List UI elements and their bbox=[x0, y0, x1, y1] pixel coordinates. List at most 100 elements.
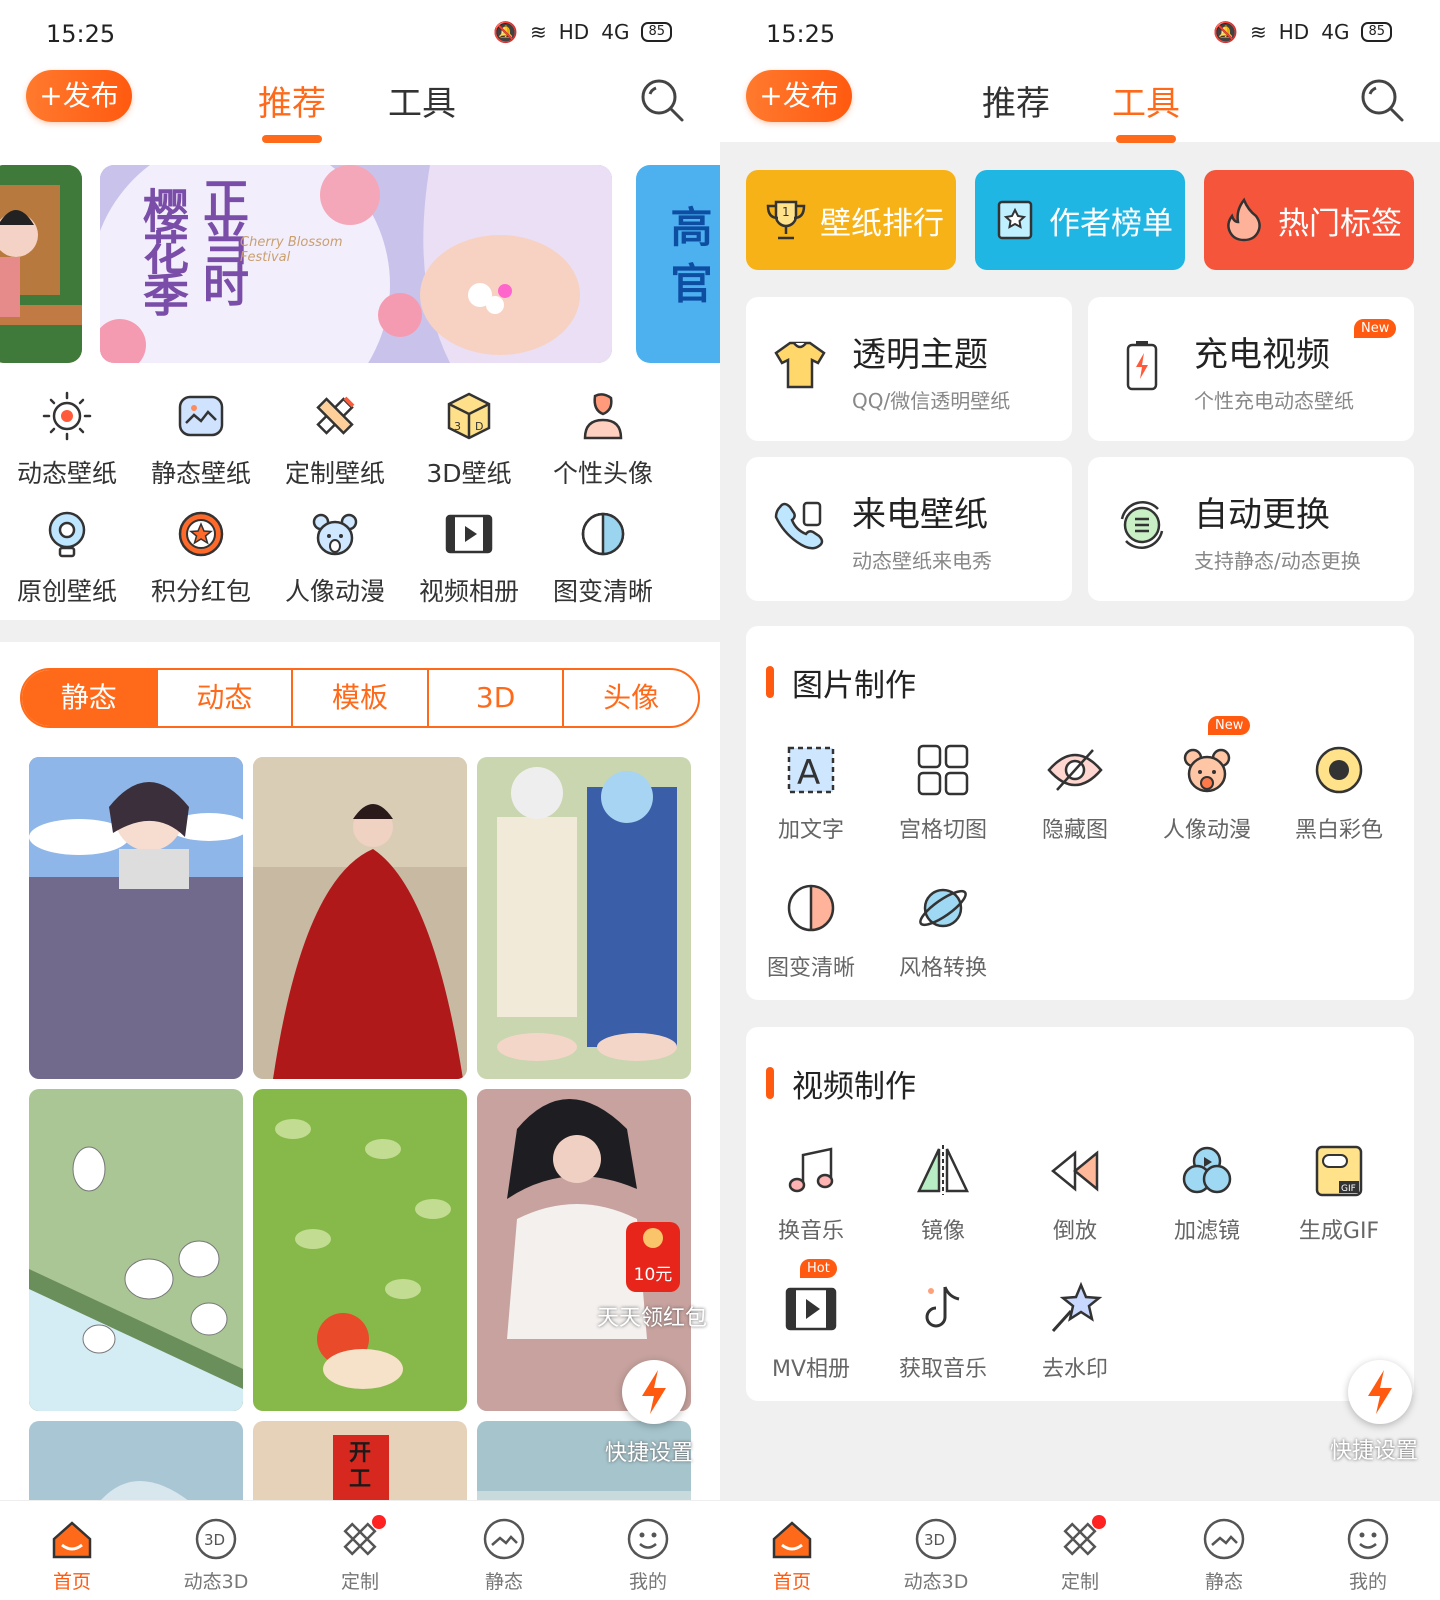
photo-tools-section: 图片制作 A 加文字 宫格切图 隐藏图 人像动漫 New 黑白彩色 图变清晰 风… bbox=[746, 626, 1414, 1000]
redpacket-widget[interactable]: 10元 bbox=[626, 1222, 680, 1292]
category-portrait-anime[interactable]: 人像动漫 bbox=[268, 508, 402, 608]
tool-mv-album[interactable]: MV相册 Hot bbox=[746, 1259, 876, 1383]
hd-label: HD bbox=[1278, 20, 1310, 44]
tool-reverse[interactable]: 倒放 bbox=[1010, 1143, 1140, 1245]
banner-title-a: 樱花季 bbox=[136, 187, 190, 313]
tab-live-3d[interactable]: 3D 动态3D bbox=[144, 1501, 288, 1600]
wallpaper-thumb[interactable] bbox=[477, 757, 691, 1079]
tab-tools-label: 工具 bbox=[1112, 84, 1180, 124]
segment-static[interactable]: 静态 bbox=[22, 670, 156, 726]
tool-colorize[interactable]: 黑白彩色 bbox=[1274, 742, 1404, 844]
quick-settings-button[interactable] bbox=[1348, 1360, 1412, 1424]
charging-video-card[interactable]: 充电视频 个性充电动态壁纸 New bbox=[1088, 297, 1414, 441]
tab-static[interactable]: 静态 bbox=[432, 1501, 576, 1600]
film-icon bbox=[445, 514, 493, 554]
segment-avatar[interactable]: 头像 bbox=[562, 670, 698, 726]
tab-tools[interactable]: 工具 bbox=[388, 76, 456, 125]
tab-live-3d[interactable]: 3D 动态3D bbox=[864, 1501, 1008, 1600]
segment-live[interactable]: 动态 bbox=[155, 670, 292, 726]
status-icons: 🔕 ≋ HD 4G 85 bbox=[493, 20, 672, 44]
publish-button[interactable]: +发布 bbox=[26, 70, 132, 122]
wallpaper-ranking-button[interactable]: 1 壁纸排行 bbox=[746, 170, 956, 270]
tool-hidden-image[interactable]: 隐藏图 bbox=[1010, 742, 1140, 844]
tool-get-music[interactable]: 获取音乐 bbox=[878, 1281, 1008, 1383]
status-bar: 15:25 🔕 ≋ HD 4G 85 bbox=[720, 0, 1440, 66]
category-live-wallpaper[interactable]: 动态壁纸 bbox=[0, 390, 134, 490]
tool-remove-watermark[interactable]: 去水印 bbox=[1010, 1281, 1140, 1383]
tab-static[interactable]: 静态 bbox=[1152, 1501, 1296, 1600]
redpacket-label[interactable]: 天天领红包 bbox=[597, 1300, 707, 1332]
tool-label: 宫格切图 bbox=[898, 818, 987, 843]
tab-mine[interactable]: 我的 bbox=[1296, 1501, 1440, 1600]
banner-main[interactable]: 樱花季 正当时 Cherry Blossom Festival bbox=[100, 165, 612, 363]
bear-icon bbox=[312, 513, 358, 556]
svg-text:3D: 3D bbox=[924, 1531, 945, 1549]
trophy-icon: 1 bbox=[766, 200, 806, 240]
tool-grid-cut[interactable]: 宫格切图 bbox=[878, 742, 1008, 844]
segment-template[interactable]: 模板 bbox=[291, 670, 427, 726]
segment-3d[interactable]: 3D bbox=[426, 670, 563, 726]
star-book-icon bbox=[997, 200, 1033, 240]
banner-next[interactable]: 高 官 bbox=[636, 165, 720, 363]
category-enhance[interactable]: 图变清晰 bbox=[536, 508, 670, 608]
wallpaper-thumb[interactable] bbox=[253, 1089, 467, 1411]
transparent-theme-card[interactable]: 透明主题 QQ/微信透明壁纸 bbox=[746, 297, 1072, 441]
category-custom-wallpaper[interactable]: 定制壁纸 bbox=[268, 390, 402, 490]
tool-make-gif[interactable]: GIF 生成GIF bbox=[1274, 1143, 1404, 1245]
search-icon[interactable] bbox=[638, 76, 686, 124]
star-coin-icon bbox=[178, 511, 224, 557]
tool-mirror[interactable]: 镜像 bbox=[878, 1143, 1008, 1245]
category-static-wallpaper[interactable]: 静态壁纸 bbox=[134, 390, 268, 490]
tab-custom[interactable]: 定制 bbox=[288, 1501, 432, 1600]
category-video-album[interactable]: 视频相册 bbox=[402, 508, 536, 608]
incoming-call-card[interactable]: 来电壁纸 动态壁纸来电秀 bbox=[746, 457, 1072, 601]
category-label: 个性头像 bbox=[552, 459, 653, 488]
auto-change-card[interactable]: 自动更换 支持静态/动态更换 bbox=[1088, 457, 1414, 601]
tab-recommend[interactable]: 推荐 bbox=[258, 76, 326, 143]
wallpaper-thumb[interactable] bbox=[29, 757, 243, 1079]
tool-label: 人像动漫 bbox=[1162, 818, 1251, 843]
tool-label: MV相册 bbox=[771, 1357, 851, 1382]
tab-tools[interactable]: 工具 bbox=[1112, 76, 1180, 143]
category-points-redpacket[interactable]: 积分红包 bbox=[134, 508, 268, 608]
tab-recommend[interactable]: 推荐 bbox=[982, 76, 1050, 125]
wallpaper-thumb[interactable] bbox=[253, 757, 467, 1079]
tab-custom[interactable]: 定制 bbox=[1008, 1501, 1152, 1600]
hot-tags-button[interactable]: 热门标签 bbox=[1204, 170, 1414, 270]
smile-icon bbox=[1347, 1518, 1389, 1560]
bulb-icon bbox=[48, 511, 86, 558]
publish-button[interactable]: +发布 bbox=[746, 70, 852, 122]
wallpaper-image bbox=[29, 757, 243, 1079]
flame-icon bbox=[1227, 197, 1261, 242]
tool-portrait-anime[interactable]: 人像动漫 New bbox=[1142, 716, 1272, 844]
tool-enhance[interactable]: 图变清晰 bbox=[746, 880, 876, 982]
tab-recommend-label: 推荐 bbox=[258, 84, 326, 124]
tab-mine[interactable]: 我的 bbox=[576, 1501, 720, 1600]
author-ranking-button[interactable]: 作者榜单 bbox=[975, 170, 1185, 270]
new-badge: New bbox=[1208, 716, 1251, 735]
section-divider bbox=[0, 620, 720, 642]
half-circle-icon bbox=[581, 512, 625, 556]
category-avatar[interactable]: 个性头像 bbox=[536, 390, 670, 490]
status-time: 15:25 bbox=[46, 20, 116, 48]
search-icon[interactable] bbox=[1358, 76, 1406, 124]
tool-filter[interactable]: 加滤镜 bbox=[1142, 1143, 1272, 1245]
banner-prev[interactable] bbox=[0, 165, 82, 363]
svg-text:3: 3 bbox=[454, 420, 461, 433]
category-original-wallpaper[interactable]: 原创壁纸 bbox=[0, 508, 134, 608]
category-3d-wallpaper[interactable]: 3D 3D壁纸 bbox=[402, 390, 536, 490]
category-label: 动态壁纸 bbox=[16, 459, 117, 488]
tool-add-text[interactable]: A 加文字 bbox=[746, 742, 876, 844]
tab-home[interactable]: 首页 bbox=[0, 1501, 144, 1600]
tab-home[interactable]: 首页 bbox=[720, 1501, 864, 1600]
bottom-tab-bar: 首页 3D 动态3D 定制 静态 我的 bbox=[0, 1500, 720, 1600]
sun-icon bbox=[42, 391, 92, 441]
quick-settings-button[interactable] bbox=[622, 1360, 686, 1424]
film-icon bbox=[785, 1287, 837, 1331]
battery-charge-icon bbox=[1126, 341, 1158, 391]
tshirt-icon bbox=[774, 341, 826, 389]
quick-settings-label: 快捷设置 bbox=[1330, 1439, 1419, 1464]
tool-change-music[interactable]: 换音乐 bbox=[746, 1143, 876, 1245]
tool-style-transfer[interactable]: 风格转换 bbox=[878, 880, 1008, 982]
wallpaper-thumb[interactable] bbox=[29, 1089, 243, 1411]
